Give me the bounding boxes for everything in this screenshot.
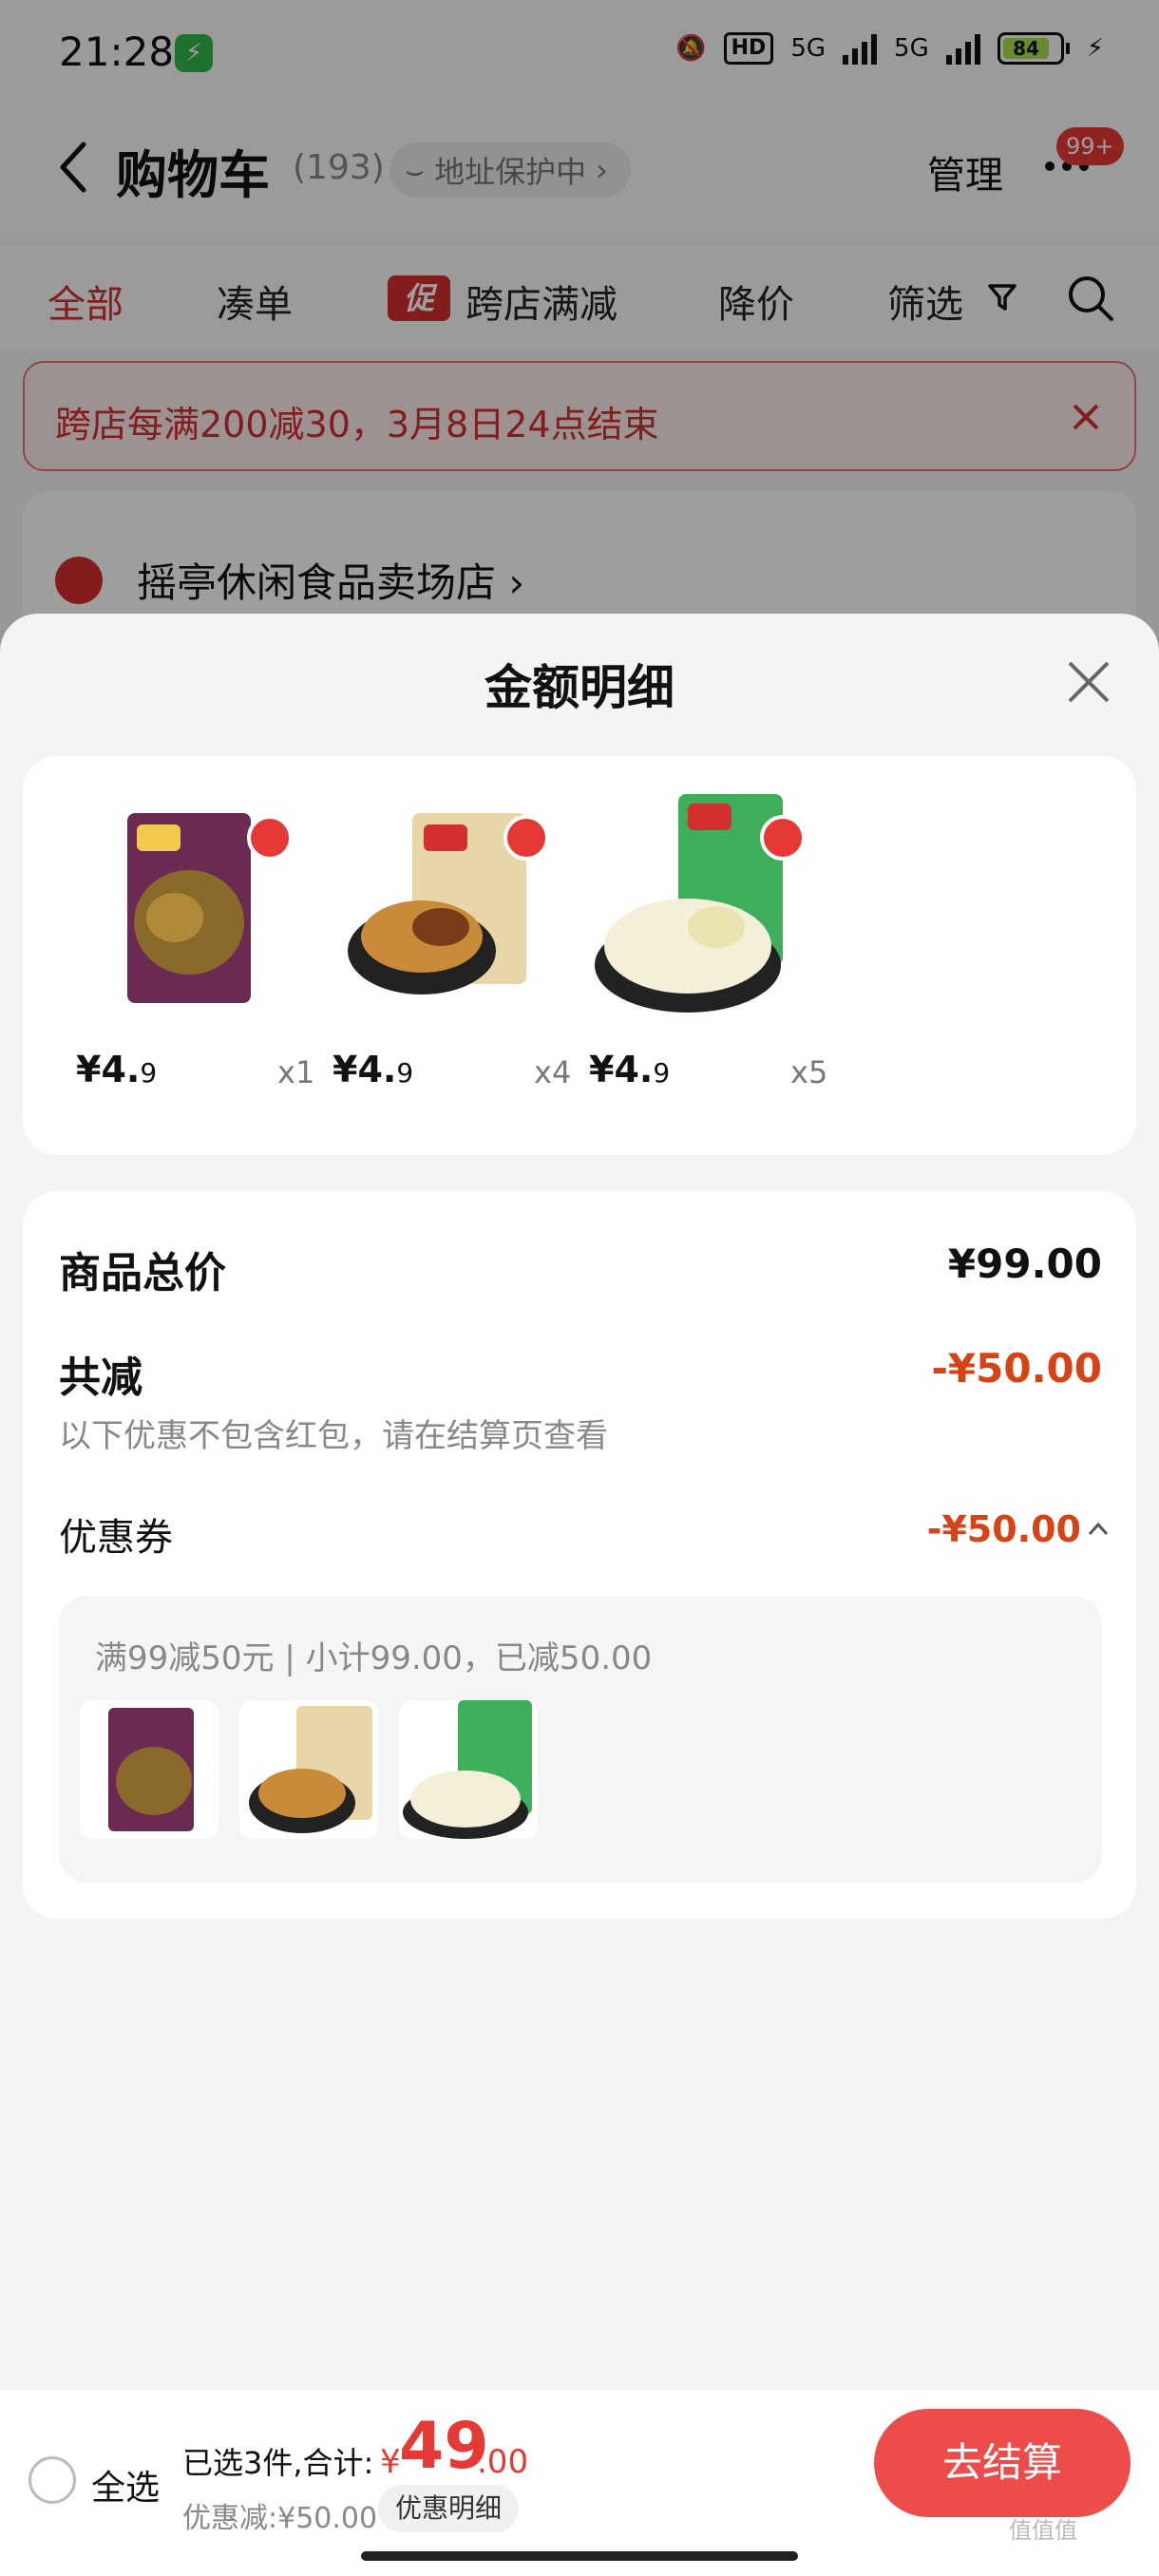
total-label: 商品总价: [59, 1249, 226, 1297]
product-thumbnail: [127, 813, 251, 1003]
discount-label: 共减: [59, 1354, 142, 1402]
product-quantity: x5: [790, 1054, 828, 1090]
watermark: 值值值: [1009, 2517, 1077, 2544]
total-amount: 49: [399, 2409, 489, 2484]
product-price: ¥4.9: [76, 1049, 158, 1090]
selected-items-card: ¥4.9 x1 ¥4.9 x4 ¥4.9 x5: [23, 756, 1136, 1155]
saved-amount: 优惠减:¥50.00: [182, 2502, 378, 2535]
discount-note: 以下优惠不包含红包，请在结算页查看: [59, 1417, 608, 1455]
selected-check-icon: [247, 815, 293, 861]
price-summary-card: 商品总价 ¥99.00 共减 -¥50.00 以下优惠不包含红包，请在结算页查看…: [23, 1191, 1136, 1919]
sheet-title: 金额明细: [484, 660, 674, 715]
select-all-radio[interactable]: [28, 2456, 76, 2504]
product-item[interactable]: ¥4.9 x5: [555, 794, 827, 1098]
discount-value: -¥50.00: [931, 1345, 1102, 1392]
coupon-product-thumbnail: [80, 1700, 218, 1839]
product-price: ¥4.9: [589, 1049, 671, 1090]
total-decimals: .00: [477, 2443, 529, 2481]
selected-check-icon: [504, 815, 549, 861]
discount-detail-button[interactable]: 优惠明细: [378, 2485, 520, 2532]
product-item[interactable]: ¥4.9 x4: [298, 794, 571, 1098]
coupon-value[interactable]: -¥50.00: [927, 1508, 1081, 1550]
selected-summary: 已选3件,合计:: [182, 2445, 374, 2481]
chevron-up-icon[interactable]: [1087, 1518, 1110, 1541]
coupon-detail-box: 满99减50元 | 小计99.00，已减50.00: [59, 1596, 1102, 1883]
coupon-detail-text: 满99减50元 | 小计99.00，已减50.00: [95, 1639, 653, 1677]
selected-check-icon: [760, 815, 806, 861]
total-currency: ¥: [380, 2443, 401, 2481]
amount-detail-sheet: 金额明细 ¥4.9 x1 ¥4.9 x4 ¥4.9 x5 商品总价 ¥99.00…: [0, 614, 1159, 2394]
select-all-label[interactable]: 全选: [91, 2460, 160, 2510]
checkout-bar: 全选 已选3件,合计: ¥ 49 .00 优惠减:¥50.00 优惠明细 去结算…: [0, 2390, 1159, 2576]
coupon-product-thumbnail: [399, 1700, 538, 1839]
product-thumbnail: [595, 794, 783, 1013]
product-price: ¥4.9: [332, 1049, 414, 1090]
coupon-product-thumbnail: [239, 1700, 378, 1839]
coupon-label[interactable]: 优惠券: [59, 1506, 173, 1562]
product-thumbnail: [348, 813, 526, 994]
product-item[interactable]: ¥4.9 x1: [42, 794, 314, 1098]
close-icon[interactable]: [1064, 657, 1113, 707]
checkout-button[interactable]: 去结算: [874, 2409, 1130, 2517]
total-value: ¥99.00: [947, 1241, 1102, 1287]
home-indicator[interactable]: [361, 2551, 798, 2561]
